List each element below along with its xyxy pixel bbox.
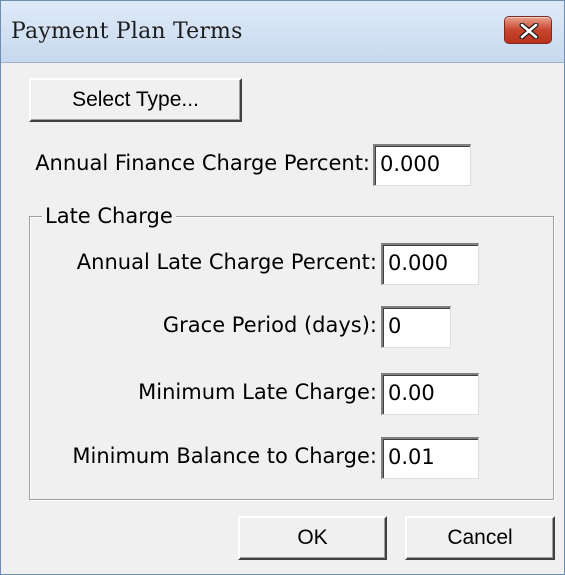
title-bar[interactable]: Payment Plan Terms: [1, 1, 564, 63]
annual-late-charge-input[interactable]: 0.000: [381, 243, 479, 285]
ok-button[interactable]: OK: [238, 516, 387, 560]
dialog-body: Select Type... Annual Finance Charge Per…: [1, 64, 564, 574]
late-charge-group-label: Late Charge: [42, 204, 176, 228]
minimum-late-charge-input[interactable]: 0.00: [381, 373, 479, 415]
payment-plan-terms-dialog: Payment Plan Terms Select Type... Annual…: [0, 0, 565, 575]
annual-finance-charge-label: Annual Finance Charge Percent:: [35, 151, 370, 175]
select-type-button[interactable]: Select Type...: [29, 78, 242, 122]
minimum-late-charge-label: Minimum Late Charge:: [138, 380, 377, 404]
annual-late-charge-label: Annual Late Charge Percent:: [76, 250, 377, 274]
cancel-button[interactable]: Cancel: [405, 516, 555, 560]
grace-period-input[interactable]: 0: [381, 306, 451, 348]
minimum-balance-input[interactable]: 0.01: [381, 437, 479, 479]
close-button[interactable]: [504, 16, 552, 44]
close-icon: [519, 23, 539, 39]
annual-finance-charge-input[interactable]: 0.000: [373, 144, 471, 186]
grace-period-label: Grace Period (days):: [162, 313, 377, 337]
minimum-balance-label: Minimum Balance to Charge:: [72, 444, 377, 468]
window-title: Payment Plan Terms: [11, 19, 243, 44]
